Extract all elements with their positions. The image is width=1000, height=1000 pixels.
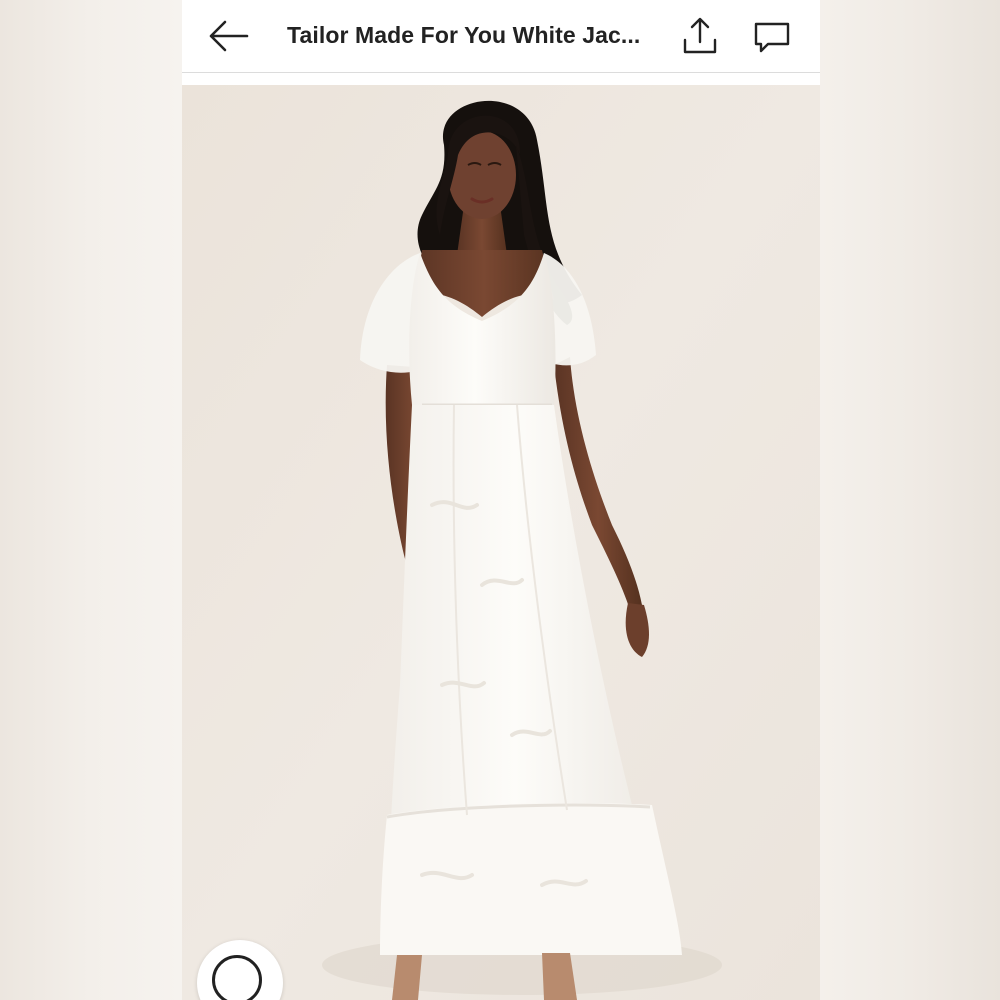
back-button[interactable] [206,14,250,58]
model-illustration [182,85,820,1000]
comment-button[interactable] [750,14,794,58]
camera-shutter-icon [212,955,262,1000]
arrow-left-icon [209,20,249,52]
comment-bubble-icon [754,22,790,53]
share-button[interactable] [678,14,722,58]
top-bar: Tailor Made For You White Jac... [182,0,820,73]
page-title: Tailor Made For You White Jac... [287,22,641,48]
share-upload-icon [683,17,717,54]
app-screen: Tailor Made For You White Jac... [182,0,820,1000]
product-photo[interactable] [182,85,820,1000]
